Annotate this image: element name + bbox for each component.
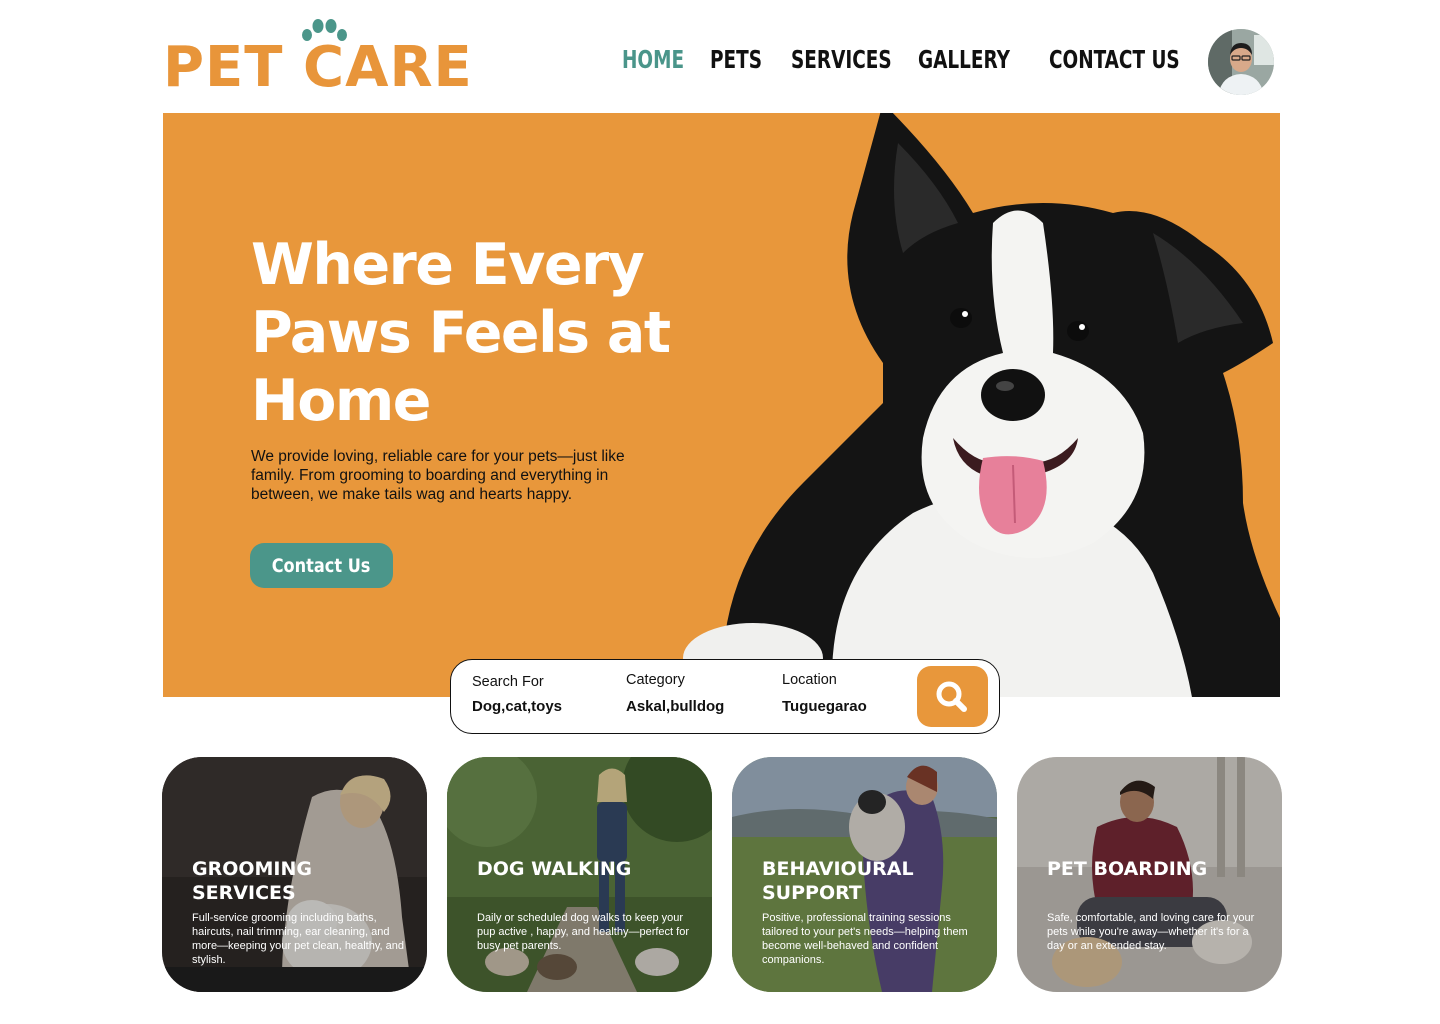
service-card-boarding[interactable]: PET BOARDING Safe, comfortable, and lovi… bbox=[1017, 757, 1282, 992]
card-title: PET BOARDING bbox=[1047, 858, 1208, 880]
hero-title: Where Every Paws Feels at Home bbox=[251, 232, 671, 434]
location-field[interactable]: Location Tuguegarao bbox=[782, 660, 912, 735]
search-button[interactable] bbox=[917, 666, 988, 727]
card-title: BEHAVIOURAL SUPPORT bbox=[762, 858, 914, 904]
search-for-value: Dog,cat,toys bbox=[472, 698, 563, 715]
user-avatar[interactable] bbox=[1208, 29, 1274, 95]
service-card-behavioural[interactable]: BEHAVIOURAL SUPPORT Positive, profession… bbox=[732, 757, 997, 992]
card-title: GROOMING SERVICES bbox=[192, 858, 313, 904]
location-value: Tuguegarao bbox=[782, 698, 867, 715]
card-description: Positive, professional training sessions… bbox=[762, 912, 968, 966]
category-label: Category bbox=[626, 672, 685, 688]
search-for-field[interactable]: Search For Dog,cat,toys bbox=[472, 660, 612, 735]
nav-services[interactable]: SERVICES bbox=[791, 45, 892, 75]
card-description: Safe, comfortable, and loving care for y… bbox=[1047, 912, 1255, 952]
search-bar: Search For Dog,cat,toys Category Askal,b… bbox=[450, 659, 1000, 734]
hero-description: We provide loving, reliable care for you… bbox=[251, 448, 625, 503]
contact-us-button[interactable]: Contact Us bbox=[250, 543, 393, 588]
nav-gallery[interactable]: GALLERY bbox=[918, 45, 1010, 75]
nav-pets[interactable]: PETS bbox=[710, 45, 762, 75]
service-card-grooming[interactable]: GROOMING SERVICES Full-service grooming … bbox=[162, 757, 427, 992]
location-label: Location bbox=[782, 672, 837, 688]
service-card-dog-walking[interactable]: DOG WALKING Daily or scheduled dog walks… bbox=[447, 757, 712, 992]
card-title: DOG WALKING bbox=[477, 858, 632, 880]
person-icon bbox=[1208, 29, 1274, 95]
brand-logo[interactable]: PET CARE bbox=[163, 18, 473, 96]
category-field[interactable]: Category Askal,bulldog bbox=[626, 660, 766, 735]
hero-banner: Where Every Paws Feels at Home We provid… bbox=[163, 113, 1280, 697]
nav-contact-us[interactable]: CONTACT US bbox=[1049, 45, 1180, 75]
card-description: Daily or scheduled dog walks to keep you… bbox=[477, 912, 689, 952]
contact-us-button-label: Contact Us bbox=[272, 554, 371, 577]
dog-illustration bbox=[683, 113, 1280, 697]
logo-care-text: CARE bbox=[303, 35, 473, 100]
nav-home[interactable]: HOME bbox=[622, 45, 684, 75]
category-value: Askal,bulldog bbox=[626, 698, 725, 715]
search-for-label: Search For bbox=[472, 674, 544, 690]
logo-pet-text: PET bbox=[163, 35, 284, 100]
card-description: Full-service grooming including baths, h… bbox=[192, 912, 404, 966]
search-icon bbox=[936, 681, 967, 712]
